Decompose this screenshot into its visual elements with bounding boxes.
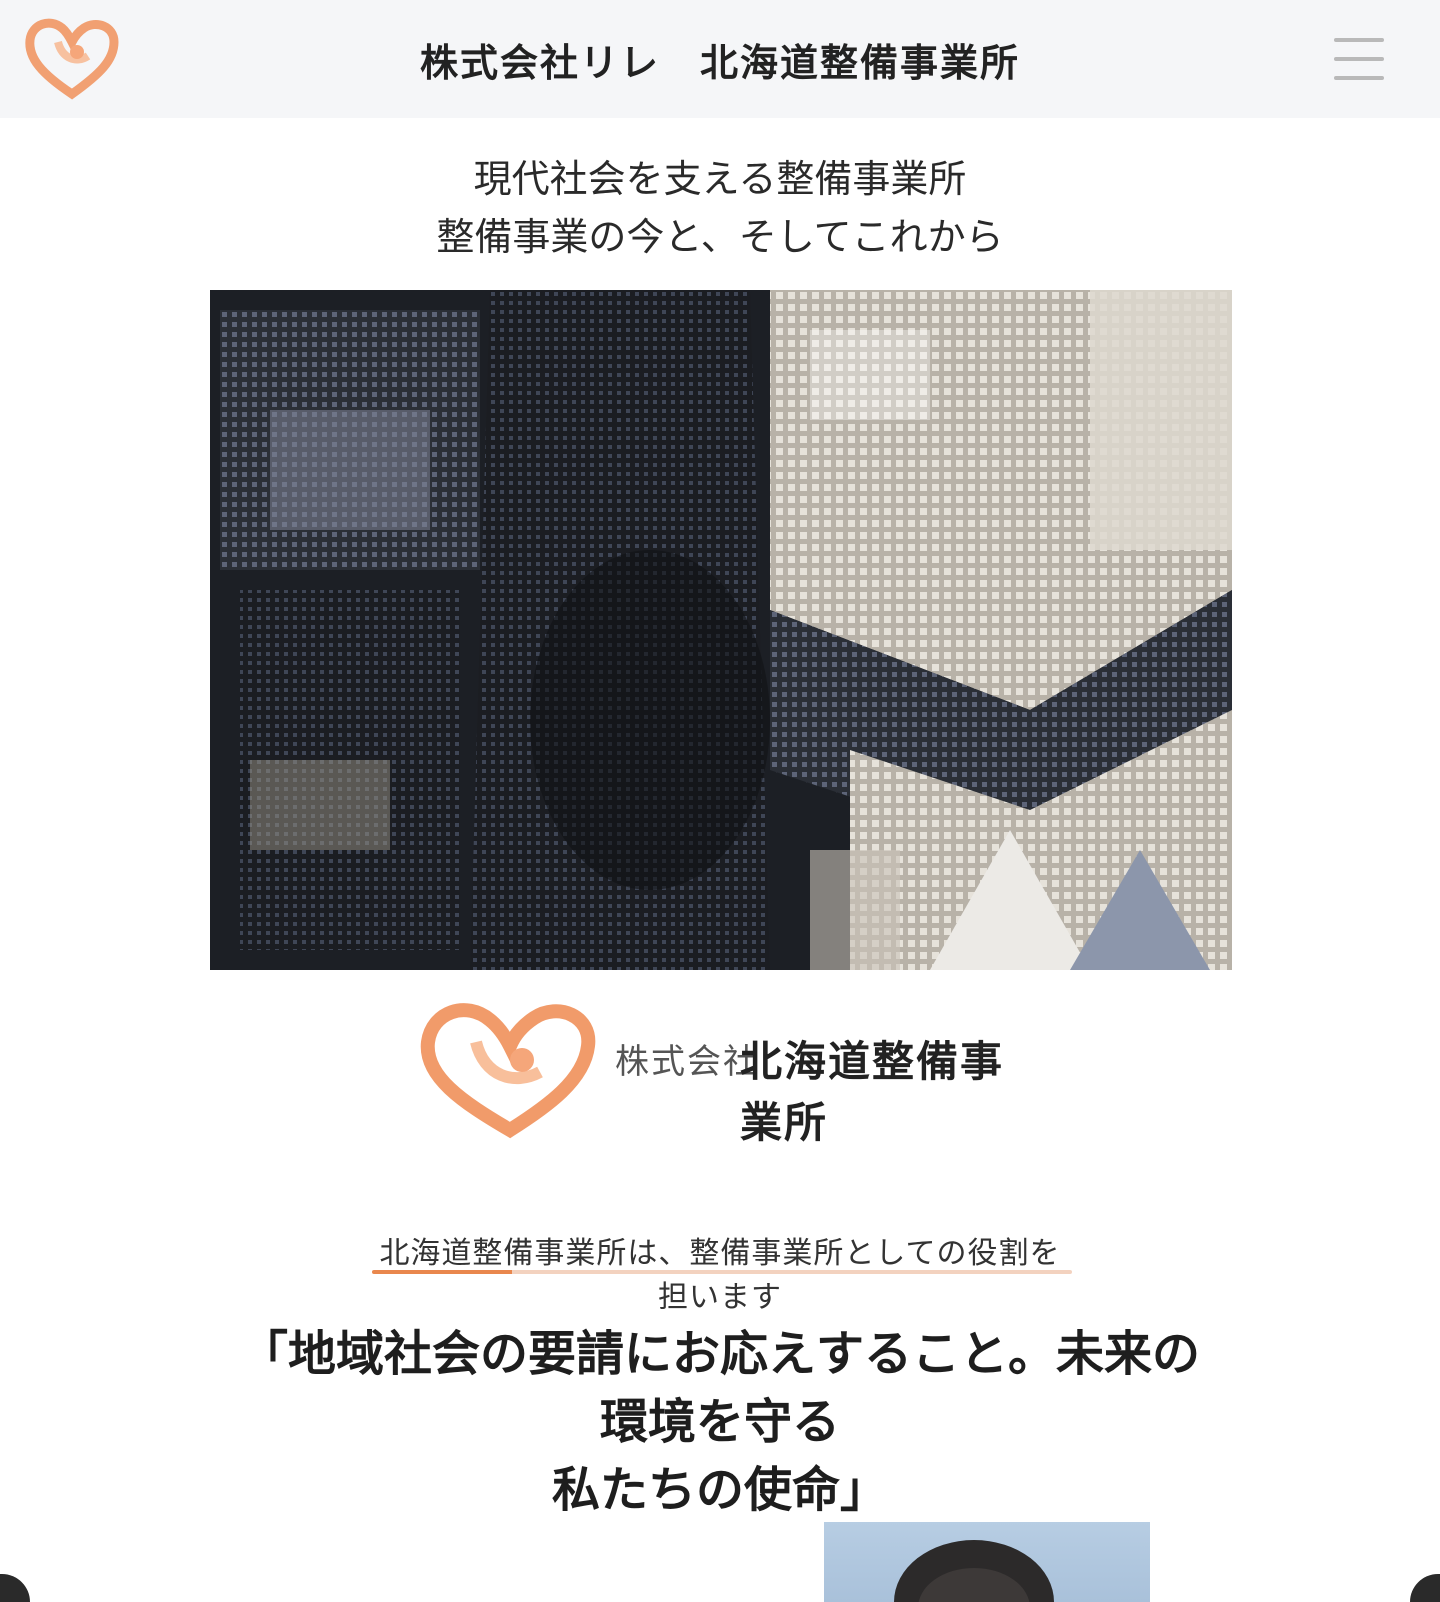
city-aerial-photo	[210, 290, 1232, 970]
heart-logo-icon[interactable]	[22, 12, 122, 102]
company-name: 北海道整備事業所	[740, 1037, 1005, 1147]
menu-bar	[1334, 57, 1384, 61]
menu-bar	[1334, 76, 1384, 80]
mission-message-line-2: 私たちの使命」	[551, 1462, 888, 1518]
mission-message-line-1: 「地域社会の要請にお応えすること。未来の環境を守る	[239, 1326, 1200, 1450]
company-brand: 株式会社 北海道整備事業所	[410, 990, 1030, 1147]
hero-title-line-1: 現代社会を支える整備事業所	[473, 157, 967, 201]
hamburger-menu-icon[interactable]	[1334, 38, 1384, 80]
site-title: 株式会社リレ 北海道整備事業所	[419, 40, 1020, 85]
company-type: 株式会社	[615, 1042, 759, 1082]
staff-photo-illustration	[894, 1540, 1054, 1602]
mission-message: 「地域社会の要請にお応えすること。未来の環境を守る 私たちの使命」	[220, 1320, 1220, 1524]
page: 株式会社リレ 北海道整備事業所 現代社会を支える整備事業所 整備事業の今と、そし…	[0, 0, 1440, 1602]
site-header: 株式会社リレ 北海道整備事業所	[0, 0, 1440, 118]
hero-title-line-2: 整備事業の今と、そしてこれから	[436, 215, 1004, 259]
heart-logo-icon	[420, 1003, 596, 1139]
corner-decoration-right	[1410, 1574, 1440, 1602]
menu-bar	[1334, 38, 1384, 42]
lead-underline	[372, 1270, 1072, 1274]
staff-photo	[824, 1522, 1150, 1602]
city-aerial-illustration	[210, 290, 1232, 970]
hero-title: 現代社会を支える整備事業所 整備事業の今と、そしてこれから	[300, 150, 1140, 266]
corner-decoration-left	[0, 1574, 30, 1602]
